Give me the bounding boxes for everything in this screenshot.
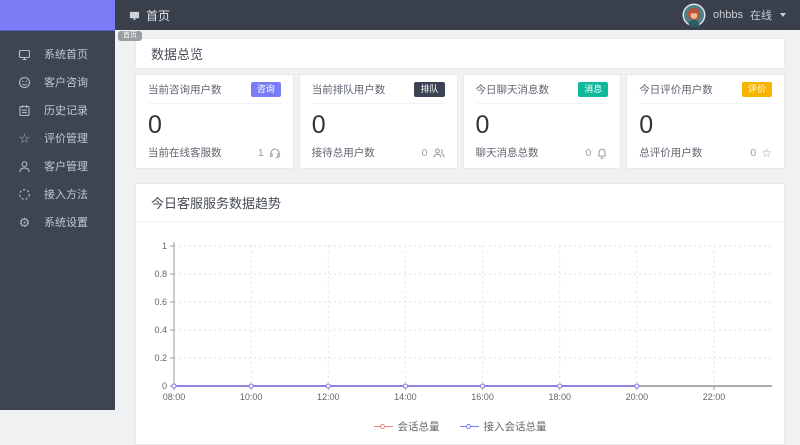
chart-title: 今日客服服务数据趋势 (136, 184, 784, 222)
legend-marker-icon (459, 423, 479, 431)
sidebar: 系统首页 客户咨询 历史记录 ☆ 评价管理 客户管理 接入方法 ⚙ 系统设置 (0, 0, 115, 410)
sidebar-item-label: 客户管理 (44, 161, 88, 173)
svg-text:0.8: 0.8 (154, 269, 167, 279)
breadcrumb[interactable]: 首页 (129, 7, 170, 24)
monitor-icon (17, 48, 32, 61)
chat-smile-icon (17, 76, 32, 89)
bell-icon (598, 148, 607, 159)
sidebar-item-home[interactable]: 系统首页 (0, 40, 115, 68)
svg-text:08:00: 08:00 (163, 392, 186, 402)
sidebar-item-customers[interactable]: 客户管理 (0, 152, 115, 180)
stat-card-title: 当前排队用户数 (311, 84, 386, 96)
spinner-icon (17, 188, 32, 201)
status-badge: 排队 (414, 82, 445, 97)
sidebar-item-label: 历史记录 (44, 105, 88, 117)
stat-card-value: 0 (475, 111, 490, 139)
stat-card-title: 今日评价用户数 (639, 84, 713, 96)
stat-card-footer-value: 1 (257, 146, 264, 159)
svg-text:0.2: 0.2 (154, 353, 167, 363)
legend-label: 会话总量 (397, 421, 440, 433)
svg-text:0: 0 (162, 381, 167, 391)
chart-legend: 会话总量 接入会话总量 (136, 414, 784, 444)
app-logo (0, 0, 115, 30)
stat-card-footer-label: 总评价用户数 (639, 147, 703, 159)
legend-marker-icon (373, 423, 393, 431)
stat-card-value: 0 (639, 111, 654, 139)
svg-text:10:00: 10:00 (240, 392, 263, 402)
main-content: 首页 数据总览 当前咨询用户数 咨询 0 当前在线客服数 1 当前排队用户数 排… (115, 30, 800, 445)
sidebar-item-label: 系统设置 (44, 217, 88, 229)
overview-panel-title: 数据总览 (135, 38, 785, 69)
notebook-icon (17, 104, 32, 117)
stat-card-messages: 今日聊天消息数 消息 0 聊天消息总数 0 (462, 74, 622, 169)
chevron-down-icon (780, 13, 786, 17)
legend-item[interactable]: 接入会话总量 (459, 419, 547, 434)
stat-card-consulting: 当前咨询用户数 咨询 0 当前在线客服数 1 (135, 74, 294, 169)
sidebar-item-label: 客户咨询 (44, 77, 88, 89)
stat-card-footer-label: 当前在线客服数 (148, 147, 222, 159)
svg-text:0.4: 0.4 (154, 325, 167, 335)
username: ohbbs (713, 9, 743, 21)
stat-card-title: 当前咨询用户数 (148, 84, 222, 96)
stat-cards-row: 当前咨询用户数 咨询 0 当前在线客服数 1 当前排队用户数 排队 0 接待总用… (135, 74, 785, 169)
status-badge: 评价 (741, 82, 772, 97)
stat-card-footer-value: 0 (421, 146, 428, 159)
trend-chart-panel: 今日客服服务数据趋势 0 0.2 0.4 0.6 0.8 1 08:00 10:00 12:00… (135, 183, 785, 445)
sidebar-item-reviews[interactable]: ☆ 评价管理 (0, 124, 115, 152)
sidebar-nav: 系统首页 客户咨询 历史记录 ☆ 评价管理 客户管理 接入方法 ⚙ 系统设置 (0, 30, 115, 236)
stat-card-ratings: 今日评价用户数 评价 0 总评价用户数 0 ☆ (626, 74, 785, 169)
status-badge: 消息 (578, 82, 609, 97)
home-icon (129, 11, 140, 20)
stat-card-queue: 当前排队用户数 排队 0 接待总用户数 0 (298, 74, 458, 169)
avatar (682, 3, 706, 27)
user-status: 在线 (750, 10, 772, 22)
star-icon: ☆ (18, 130, 31, 146)
sidebar-item-consult[interactable]: 客户咨询 (0, 68, 115, 96)
page-tab-tag[interactable]: 首页 (118, 31, 142, 41)
svg-text:1: 1 (162, 241, 167, 251)
svg-text:12:00: 12:00 (317, 392, 340, 402)
status-badge: 咨询 (250, 82, 281, 97)
stat-card-footer-label: 接待总用户数 (311, 147, 375, 159)
sidebar-item-label: 接入方法 (44, 189, 88, 201)
svg-text:18:00: 18:00 (548, 392, 571, 402)
svg-text:22:00: 22:00 (703, 392, 726, 402)
headset-icon (269, 147, 280, 158)
stat-card-footer-label: 聊天消息总数 (475, 147, 539, 159)
sidebar-item-integration[interactable]: 接入方法 (0, 180, 115, 208)
user-icon (17, 160, 32, 173)
svg-text:14:00: 14:00 (394, 392, 417, 402)
stat-card-value: 0 (311, 111, 326, 139)
svg-text:20:00: 20:00 (626, 392, 649, 402)
stat-card-value: 0 (148, 111, 162, 139)
svg-text:0.6: 0.6 (154, 297, 167, 307)
svg-text:16:00: 16:00 (471, 392, 494, 402)
user-menu[interactable]: ohbbs 在线 (682, 3, 786, 27)
top-header: 首页 ohbbs 在线 (115, 0, 800, 30)
stat-card-footer-value: 0 (750, 146, 757, 159)
legend-label: 接入会话总量 (483, 421, 547, 433)
stat-card-title: 今日聊天消息数 (475, 84, 550, 96)
trend-line-chart: 0 0.2 0.4 0.6 0.8 1 08:00 10:00 12:00 14:00 16:00 1… (154, 241, 772, 402)
star-icon: ☆ (761, 145, 772, 160)
sidebar-item-label: 系统首页 (44, 49, 88, 61)
legend-item[interactable]: 会话总量 (373, 419, 440, 434)
sidebar-item-label: 评价管理 (44, 133, 88, 145)
gear-icon: ⚙ (18, 214, 31, 230)
stat-card-footer-value: 0 (585, 146, 592, 159)
breadcrumb-label: 首页 (146, 8, 171, 23)
users-icon (432, 148, 445, 158)
sidebar-item-settings[interactable]: ⚙ 系统设置 (0, 208, 115, 236)
sidebar-item-history[interactable]: 历史记录 (0, 96, 115, 124)
